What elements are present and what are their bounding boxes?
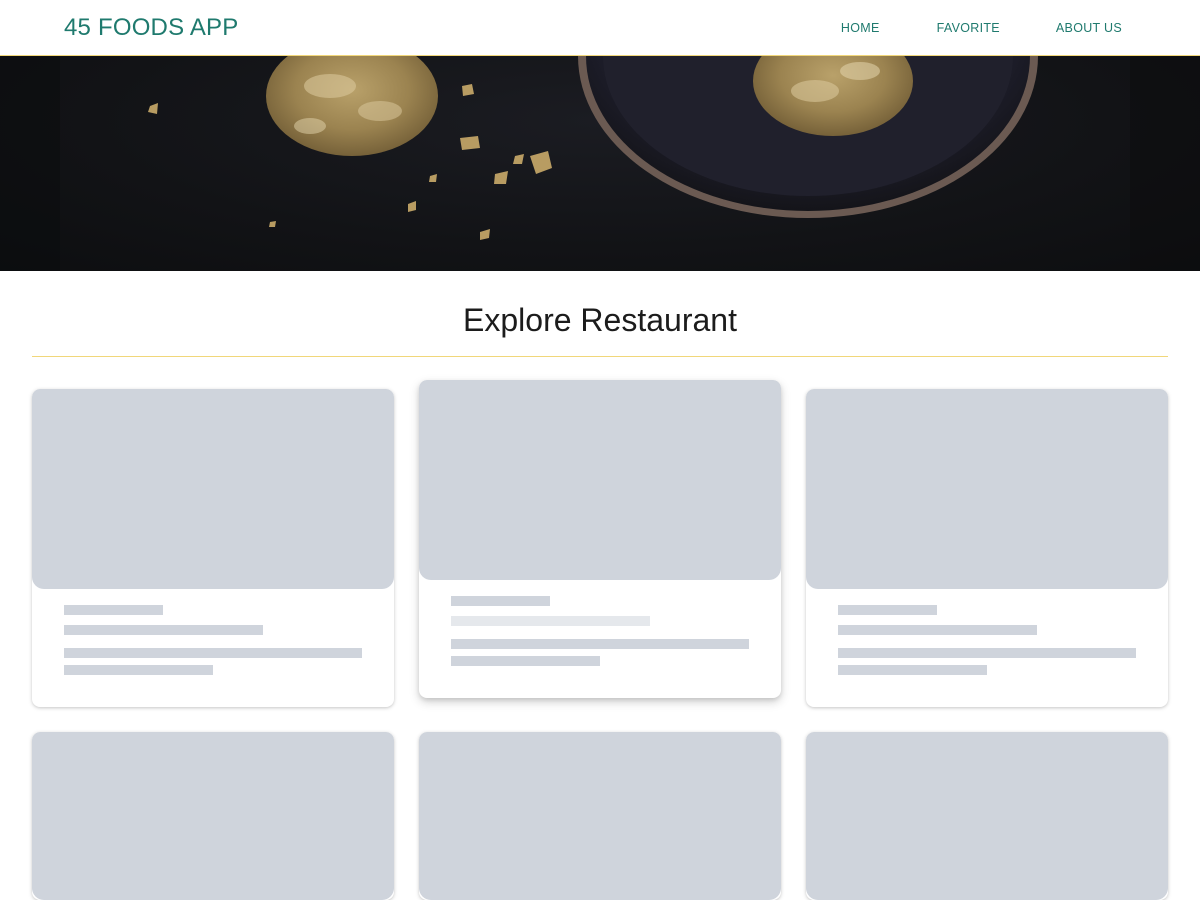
skeleton-line (838, 665, 987, 675)
skeleton-line (838, 605, 937, 615)
restaurant-card-skeleton[interactable] (419, 732, 781, 900)
restaurant-card-skeleton[interactable] (419, 380, 781, 698)
skeleton-line (838, 648, 1136, 658)
main-nav: HOME FAVORITE ABOUT US (841, 0, 1136, 56)
card-image-placeholder (806, 389, 1168, 589)
restaurant-card-skeleton[interactable] (32, 389, 394, 707)
card-image-placeholder (806, 732, 1168, 900)
restaurant-card-skeleton[interactable] (806, 389, 1168, 707)
section-title: Explore Restaurant (463, 302, 737, 338)
card-image-placeholder (32, 732, 394, 900)
brand-logo[interactable]: 45 FOODS APP (64, 14, 238, 42)
card-image-placeholder (32, 389, 394, 589)
card-image-placeholder (419, 732, 781, 900)
skeleton-line (64, 625, 263, 635)
skeleton-line (64, 648, 362, 658)
skeleton-line (451, 656, 600, 666)
nav-home[interactable]: HOME (841, 13, 880, 43)
card-image-placeholder (419, 380, 781, 580)
restaurant-card-skeleton[interactable] (806, 732, 1168, 900)
skeleton-line (64, 605, 163, 615)
skeleton-line (451, 639, 749, 649)
app-bar: 45 FOODS APP HOME FAVORITE ABOUT US (0, 0, 1200, 56)
skeleton-line (451, 596, 550, 606)
nav-favorite[interactable]: FAVORITE (937, 13, 1000, 43)
restaurant-card-skeleton[interactable] (32, 732, 394, 900)
skeleton-line (64, 665, 213, 675)
skeleton-line (838, 625, 1037, 635)
nav-about-us[interactable]: ABOUT US (1056, 13, 1122, 43)
cookie-image (0, 56, 1200, 271)
section-divider (32, 356, 1168, 357)
hero-image (0, 56, 1200, 271)
skeleton-line (451, 616, 650, 626)
